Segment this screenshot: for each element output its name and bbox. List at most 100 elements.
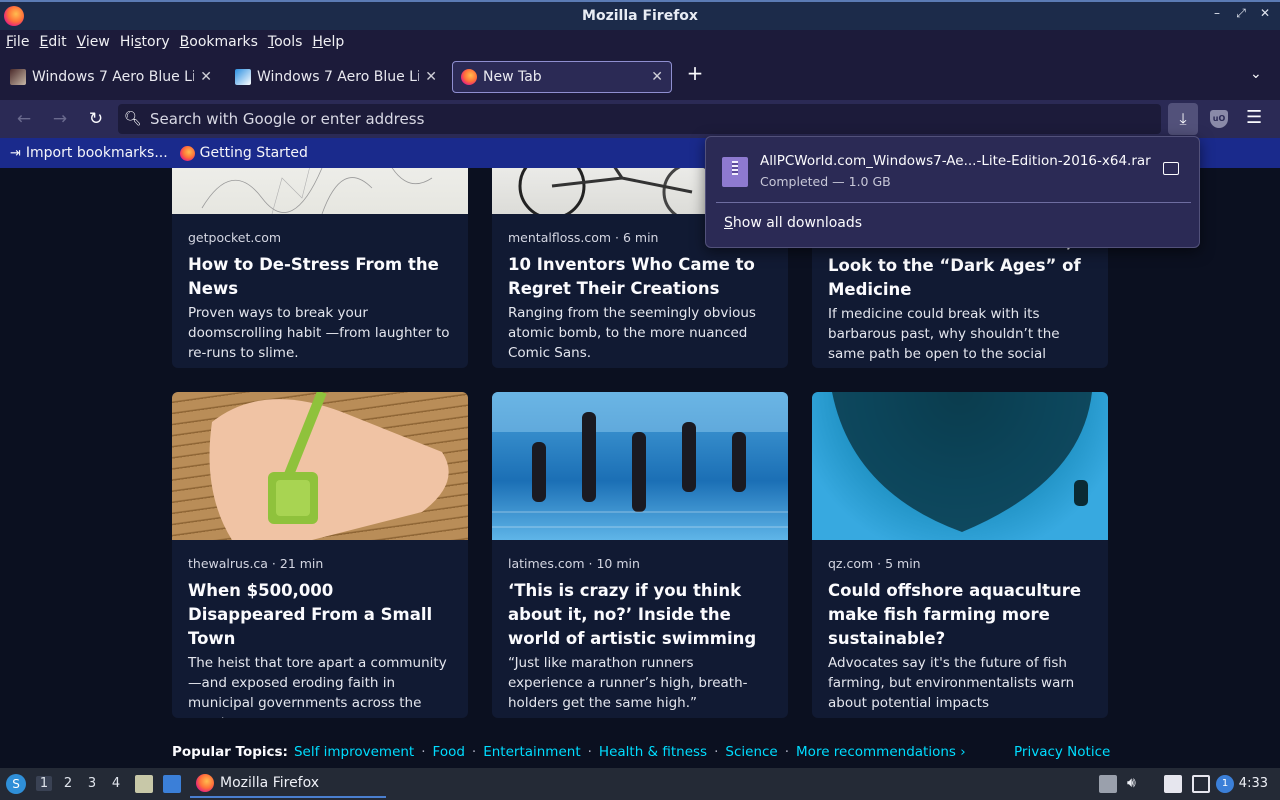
close-tab-icon[interactable]: ✕ bbox=[651, 69, 663, 85]
story-excerpt: If medicine could break with its barbaro… bbox=[828, 306, 1060, 368]
bookmark-getting-started[interactable]: Getting Started bbox=[179, 145, 308, 161]
system-taskbar: S 1 2 3 4 Mozilla Firefox 🔊︎ 1 4:33 bbox=[0, 768, 1280, 800]
open-menu-hamburger-icon[interactable]: ☰ bbox=[1246, 107, 1262, 128]
firefox-favicon-icon bbox=[461, 69, 477, 85]
topic-separator: · bbox=[421, 744, 426, 760]
story-hand-image bbox=[209, 392, 449, 540]
popular-topics: Popular Topics: Self improvement · Food … bbox=[172, 744, 966, 760]
privacy-notice-link[interactable]: Privacy Notice bbox=[1014, 744, 1110, 760]
topic-link[interactable]: Health & fitness bbox=[599, 744, 707, 760]
bookmark-label: Import bookmarks... bbox=[25, 145, 168, 161]
story-excerpt: Advocates say it's the future of fish fa… bbox=[828, 655, 1075, 711]
site-favicon-icon bbox=[235, 69, 251, 85]
maximize-icon[interactable]: ⤢ bbox=[1234, 6, 1248, 21]
menu-file[interactable]: File bbox=[6, 34, 29, 50]
search-icon: 🔍︎ bbox=[124, 111, 142, 127]
desktop-icon[interactable] bbox=[163, 775, 181, 793]
story-source: latimes.com · 10 min bbox=[508, 556, 640, 571]
new-tab-plus-icon[interactable]: + bbox=[684, 62, 706, 84]
clipboard-icon[interactable] bbox=[1099, 775, 1117, 793]
window-title: Mozilla Firefox bbox=[582, 8, 698, 24]
download-status: Completed — 1.0 GB bbox=[760, 174, 891, 189]
navigation-toolbar: ← → ↻ 🔍︎ ⤓ uO ☰ bbox=[0, 100, 1280, 138]
show-all-downloads-button[interactable]: Show all downloads bbox=[724, 215, 862, 231]
taskbar-firefox-window[interactable]: Mozilla Firefox bbox=[190, 770, 386, 798]
story-excerpt: The heist that tore apart a community—an… bbox=[188, 655, 447, 718]
start-menu-icon[interactable]: S bbox=[6, 774, 26, 794]
popular-topics-label: Popular Topics: bbox=[172, 744, 288, 760]
file-manager-icon[interactable] bbox=[135, 775, 153, 793]
menu-tools[interactable]: Tools bbox=[268, 34, 303, 50]
address-input[interactable] bbox=[150, 110, 1050, 128]
topic-link[interactable]: Entertainment bbox=[483, 744, 580, 760]
reload-icon[interactable]: ↻ bbox=[85, 108, 107, 130]
topic-link[interactable]: Food bbox=[433, 744, 465, 760]
story-source: getpocket.com bbox=[188, 230, 282, 245]
workspace-3[interactable]: 3 bbox=[84, 776, 100, 791]
more-recommendations-link[interactable]: More recommendations › bbox=[796, 744, 966, 760]
menu-help[interactable]: Help bbox=[312, 34, 344, 50]
workspace-1[interactable]: 1 bbox=[36, 776, 52, 791]
ublock-origin-shield-icon[interactable]: uO bbox=[1210, 110, 1228, 128]
topic-separator: · bbox=[714, 744, 719, 760]
story-card[interactable]: thewalrus.ca · 21 min When $500,000 Disa… bbox=[172, 392, 468, 718]
tab-label: Windows 7 Aero Blue Lite bbox=[32, 69, 195, 85]
workspace-4[interactable]: 4 bbox=[108, 776, 124, 791]
minimize-icon[interactable]: – bbox=[1210, 6, 1224, 21]
tab-new-tab[interactable]: New Tab ✕ bbox=[452, 61, 672, 93]
topic-separator: · bbox=[784, 744, 790, 760]
close-tab-icon[interactable]: ✕ bbox=[200, 69, 212, 85]
taskbar-clock: 4:33 bbox=[1238, 776, 1268, 791]
story-excerpt: “Just like marathon runners experience a… bbox=[508, 655, 748, 711]
window-titlebar: Mozilla Firefox – ⤢ ✕ bbox=[0, 0, 1280, 30]
firefox-logo-icon[interactable] bbox=[4, 6, 24, 26]
close-window-icon[interactable]: ✕ bbox=[1258, 6, 1272, 21]
downloads-panel: AllPCWorld.com_Windows7-Ae...-Lite-Editi… bbox=[705, 136, 1200, 248]
open-folder-icon[interactable] bbox=[1163, 162, 1179, 175]
volume-icon[interactable]: 🔊︎ bbox=[1127, 775, 1145, 793]
bookmark-label: Getting Started bbox=[199, 145, 308, 161]
close-tab-icon[interactable]: ✕ bbox=[425, 69, 437, 85]
network-icon[interactable] bbox=[1192, 775, 1210, 793]
story-title: How to De-Stress From the News bbox=[188, 255, 439, 298]
back-arrow-icon[interactable]: ← bbox=[13, 108, 35, 130]
story-title: When $500,000 Disappeared From a Small T… bbox=[188, 581, 433, 648]
tab-windows7-2[interactable]: Windows 7 Aero Blue Lite ✕ bbox=[227, 61, 445, 93]
notes-icon[interactable] bbox=[1164, 775, 1182, 793]
downloads-button-icon[interactable]: ⤓ bbox=[1168, 103, 1198, 135]
story-card[interactable]: qz.com · 5 min Could offshore aquacultur… bbox=[812, 392, 1108, 718]
story-title: Could offshore aquaculture make fish far… bbox=[828, 581, 1082, 648]
topic-link[interactable]: Science bbox=[725, 744, 777, 760]
topic-link[interactable]: Self improvement bbox=[294, 744, 414, 760]
story-thumbnail bbox=[172, 392, 468, 540]
story-title: 10 Inventors Who Came to Regret Their Cr… bbox=[508, 255, 755, 298]
story-card[interactable]: latimes.com · 10 min ‘This is crazy if y… bbox=[492, 392, 788, 718]
story-card[interactable]: getpocket.com How to De-Stress From the … bbox=[172, 168, 468, 368]
address-bar[interactable]: 🔍︎ bbox=[118, 104, 1161, 134]
menu-edit[interactable]: Edit bbox=[39, 34, 66, 50]
story-title: ‘This is crazy if you think about it, no… bbox=[508, 581, 757, 648]
story-source: thewalrus.ca · 21 min bbox=[188, 556, 324, 571]
story-thumbnail bbox=[812, 392, 1108, 540]
tab-label: New Tab bbox=[483, 69, 542, 85]
story-excerpt: Proven ways to break your doomscrolling … bbox=[188, 305, 450, 361]
bookmark-import[interactable]: ⇥ Import bookmarks... bbox=[10, 145, 168, 161]
new-tab-page: getpocket.com How to De-Stress From the … bbox=[0, 168, 1280, 768]
taskbar-app-label: Mozilla Firefox bbox=[220, 775, 320, 791]
story-thumbnail bbox=[172, 168, 468, 215]
menu-history[interactable]: History bbox=[120, 34, 170, 50]
list-all-tabs-chevron-icon[interactable]: ⌄ bbox=[1250, 66, 1262, 82]
story-excerpt: Ranging from the seemingly obvious atomi… bbox=[508, 305, 756, 361]
story-ocean-cage-image bbox=[832, 392, 1092, 532]
firefox-favicon-icon bbox=[179, 145, 195, 161]
notification-icon[interactable]: 1 bbox=[1216, 775, 1234, 793]
download-filename[interactable]: AllPCWorld.com_Windows7-Ae...-Lite-Editi… bbox=[760, 153, 1151, 169]
workspace-2[interactable]: 2 bbox=[60, 776, 76, 791]
tab-windows7-1[interactable]: Windows 7 Aero Blue Lite ✕ bbox=[2, 61, 220, 93]
forward-arrow-icon[interactable]: → bbox=[49, 108, 71, 130]
tab-bar: Windows 7 Aero Blue Lite ✕ Windows 7 Aer… bbox=[0, 54, 1280, 100]
menu-bookmarks[interactable]: Bookmarks bbox=[180, 34, 258, 50]
menu-view[interactable]: View bbox=[77, 34, 110, 50]
import-icon: ⇥ bbox=[10, 145, 21, 161]
tab-label: Windows 7 Aero Blue Lite bbox=[257, 69, 420, 85]
